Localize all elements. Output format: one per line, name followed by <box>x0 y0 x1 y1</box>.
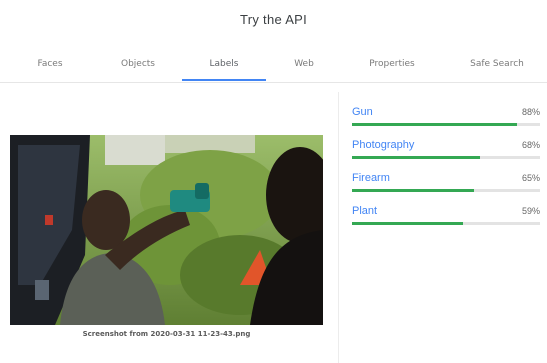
label-name: Photography <box>352 139 415 151</box>
label-row: Plant 59% <box>352 205 540 231</box>
confidence-bar <box>352 123 540 126</box>
label-score: 59% <box>521 206 540 216</box>
label-name: Plant <box>352 205 378 217</box>
photo-illustration <box>10 135 323 325</box>
confidence-bar <box>352 156 540 159</box>
tab-objects[interactable]: Objects <box>88 48 188 80</box>
label-score: 68% <box>521 140 540 150</box>
confidence-bar-fill <box>352 222 463 225</box>
image-caption: Screenshot from 2020-03-31 11-23-43.png <box>82 330 251 338</box>
label-row: Gun 88% <box>352 106 540 132</box>
confidence-bar-fill <box>352 156 480 159</box>
confidence-bar-fill <box>352 189 475 192</box>
tab-faces[interactable]: Faces <box>0 48 100 80</box>
label-score: 65% <box>521 173 540 183</box>
panel-divider <box>338 92 339 363</box>
tab-web[interactable]: Web <box>254 48 354 80</box>
label-row: Firearm 65% <box>352 172 540 198</box>
confidence-bar <box>352 189 540 192</box>
label-name: Gun <box>352 106 373 118</box>
active-tab-indicator <box>182 79 266 81</box>
tab-safe-search[interactable]: Safe Search <box>447 48 547 80</box>
label-score: 88% <box>521 107 540 117</box>
tab-bar: Faces Objects Labels Web Properties Safe… <box>0 48 547 83</box>
analyzed-photo <box>10 135 323 325</box>
label-name: Firearm <box>352 172 390 184</box>
page-title: Try the API <box>239 12 308 27</box>
tab-properties[interactable]: Properties <box>342 48 442 80</box>
confidence-bar-fill <box>352 123 518 126</box>
label-row: Photography 68% <box>352 139 540 165</box>
confidence-bar <box>352 222 540 225</box>
